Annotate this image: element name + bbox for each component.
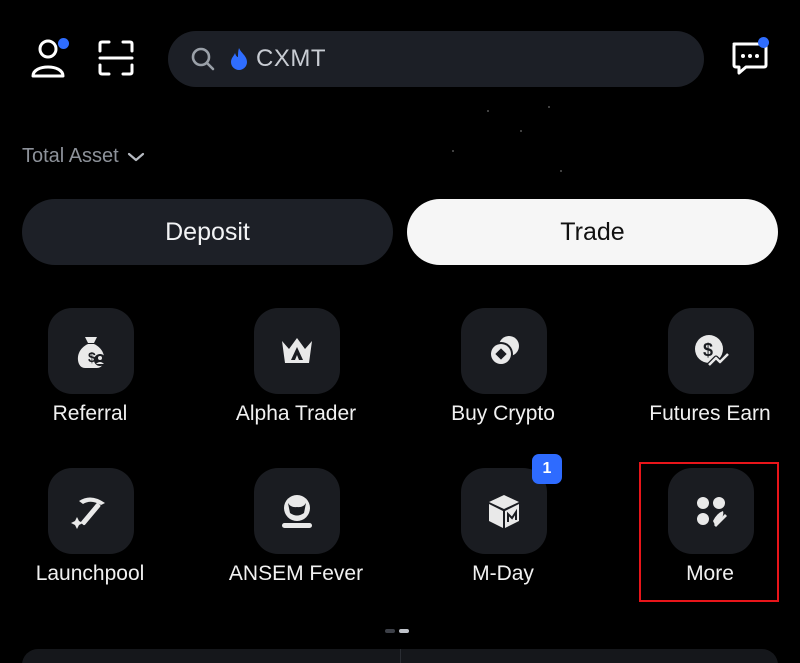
- money-bag-icon: $: [77, 337, 106, 368]
- total-asset-label: Total Asset: [22, 145, 119, 167]
- page-indicator: [385, 629, 409, 633]
- grid-item-label: Alpha Trader: [235, 402, 357, 425]
- grid-item-label: M-Day: [472, 562, 534, 585]
- grid-item-referral[interactable]: $ Referral: [0, 308, 180, 448]
- search-icon: [191, 47, 215, 71]
- trade-label: Trade: [560, 217, 625, 246]
- chevron-down-icon: [127, 152, 144, 161]
- coin-icon: [489, 336, 519, 366]
- grid-item-label: Buy Crypto: [451, 402, 555, 425]
- trade-button[interactable]: Trade: [407, 199, 778, 265]
- bottom-card: [22, 649, 778, 663]
- search-bar[interactable]: CXMT: [168, 31, 704, 87]
- flame-icon: [231, 48, 247, 70]
- svg-text:$: $: [703, 340, 713, 360]
- messages-button[interactable]: [728, 36, 772, 80]
- grid-item-ansem-fever[interactable]: ANSEM Fever: [206, 468, 386, 608]
- profile-button[interactable]: [28, 36, 72, 80]
- cube-m-icon: [489, 495, 519, 528]
- highlight-box: [639, 462, 779, 602]
- grid-item-alpha-trader[interactable]: Alpha Trader: [206, 308, 386, 448]
- scan-icon: [98, 40, 134, 76]
- search-text: CXMT: [256, 45, 326, 72]
- alpha-crown-icon: [282, 338, 312, 363]
- grid-item-m-day[interactable]: 1 M-Day: [413, 454, 593, 608]
- grid-item-label: ANSEM Fever: [228, 562, 364, 585]
- pickaxe-icon: [71, 497, 105, 529]
- bull-icon: [282, 495, 312, 528]
- scan-button[interactable]: [94, 36, 138, 80]
- grid-item-launchpool[interactable]: Launchpool: [0, 468, 180, 608]
- grid-item-label: Referral: [52, 402, 128, 425]
- grid-item-futures-earn[interactable]: $ Futures Earn: [620, 308, 800, 448]
- notification-dot: [758, 37, 769, 48]
- grid-item-label: Futures Earn: [649, 402, 771, 425]
- notification-badge: 1: [532, 454, 562, 484]
- deposit-label: Deposit: [165, 217, 250, 246]
- dollar-chart-icon: $: [695, 335, 730, 367]
- deposit-button[interactable]: Deposit: [22, 199, 393, 265]
- grid-item-buy-crypto[interactable]: Buy Crypto: [413, 308, 593, 448]
- notification-dot: [58, 38, 69, 49]
- total-asset-toggle[interactable]: Total Asset: [22, 145, 145, 168]
- grid-item-label: Launchpool: [35, 562, 145, 585]
